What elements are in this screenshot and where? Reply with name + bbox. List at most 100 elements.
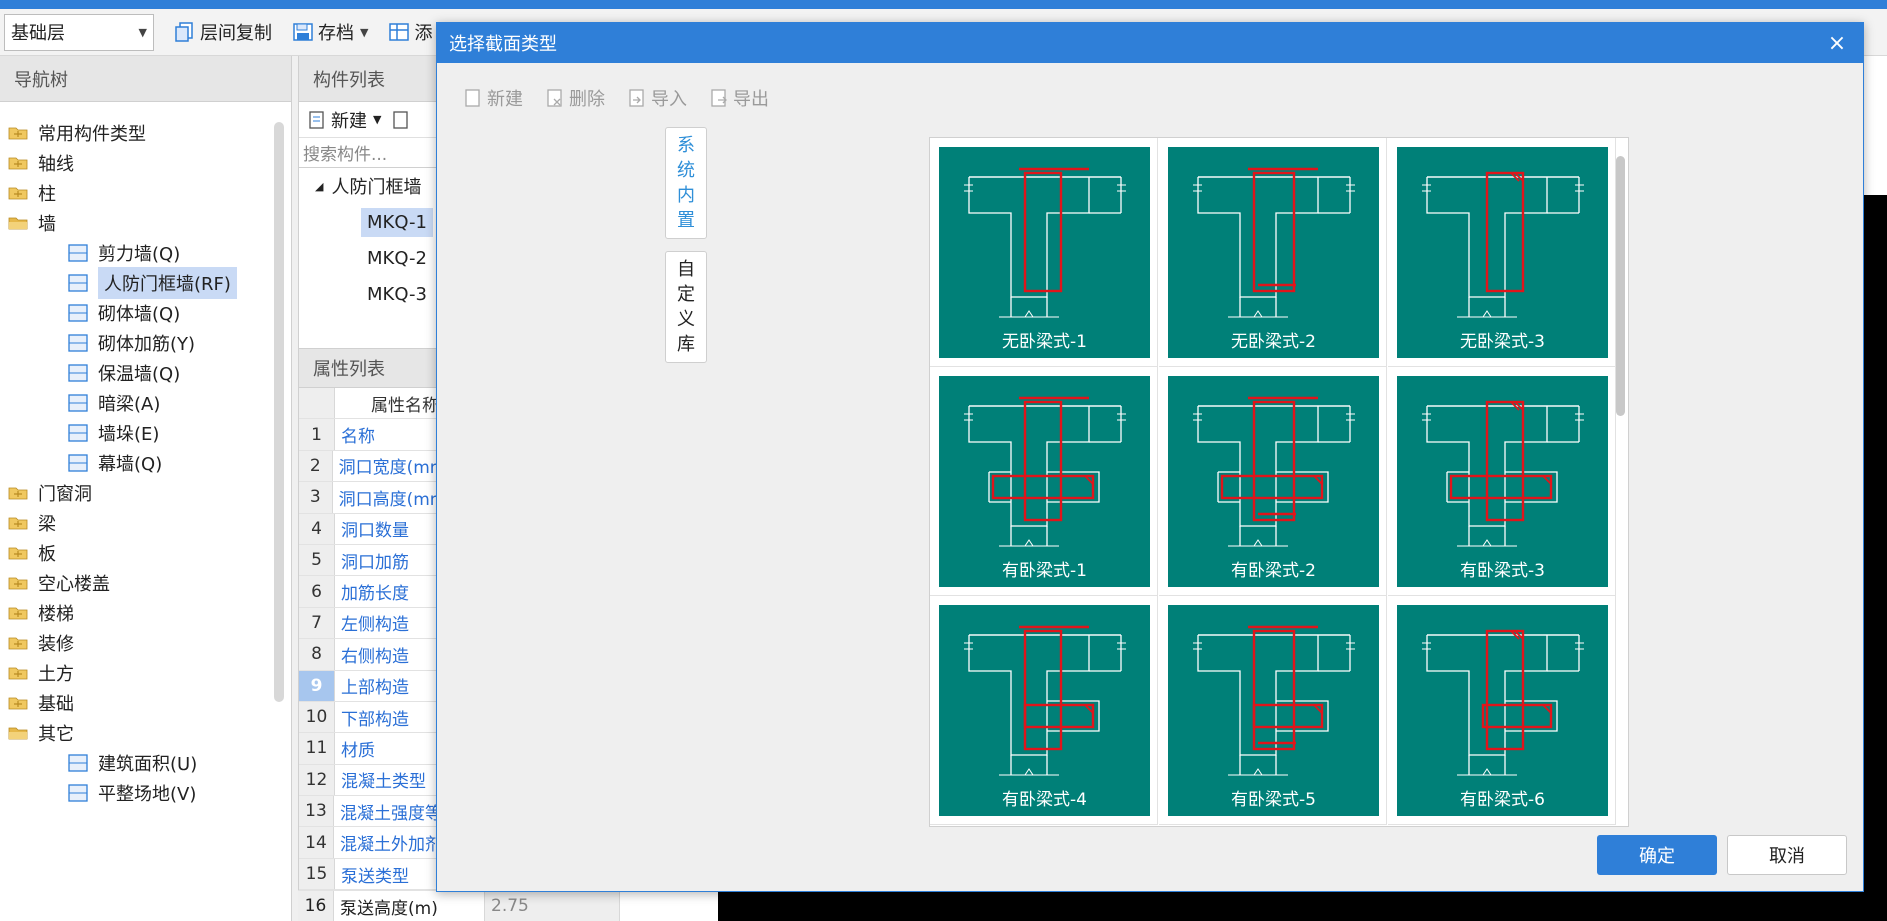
- property-row[interactable]: 4 洞口数量: [299, 513, 439, 545]
- door-frame-wall-icon: [66, 272, 90, 294]
- dialog-delete-button[interactable]: 删除: [545, 85, 605, 111]
- property-row[interactable]: 5 洞口加筋: [299, 544, 439, 577]
- chevron-down-icon[interactable]: ▼: [373, 113, 381, 126]
- grid-scrollbar[interactable]: [1616, 156, 1625, 416]
- nav-item[interactable]: 楼梯: [0, 598, 74, 628]
- ok-button[interactable]: 确定: [1597, 835, 1717, 875]
- nav-item[interactable]: 柱: [0, 178, 56, 208]
- site-leveling-icon: [66, 782, 90, 804]
- component-search-input[interactable]: 搜索构件...: [299, 138, 438, 168]
- tab-system-builtin[interactable]: 系 统 内 置: [665, 127, 707, 239]
- property-row[interactable]: 9 上部构造: [299, 670, 439, 702]
- nav-item[interactable]: 剪力墙(Q): [0, 238, 180, 268]
- nav-item-label: 墙垛(E): [98, 424, 160, 445]
- section-tile[interactable]: 有卧梁式-3: [1397, 376, 1608, 587]
- property-row-name: 洞口宽度(mm: [338, 458, 439, 479]
- property-row[interactable]: 12 混凝土类型: [299, 764, 439, 797]
- nav-item[interactable]: 装修: [0, 628, 74, 658]
- section-cell: 有卧梁式-4: [930, 596, 1158, 825]
- nav-item[interactable]: 砌体加筋(Y): [0, 328, 195, 358]
- close-icon[interactable]: ×: [1823, 31, 1851, 56]
- property-row-value[interactable]: 2.75: [484, 891, 620, 921]
- new-component-button[interactable]: 新建: [331, 107, 367, 133]
- property-row-name: 混凝土强度等: [339, 803, 439, 824]
- property-row-name: 泵送类型: [341, 866, 409, 887]
- property-row[interactable]: 1 名称: [299, 419, 439, 451]
- nav-item[interactable]: 幕墙(Q): [0, 448, 162, 478]
- property-row[interactable]: 6 加筋长度: [299, 576, 439, 608]
- section-tile[interactable]: 无卧梁式-1: [939, 147, 1150, 358]
- folder-icon: [8, 485, 28, 501]
- section-tile[interactable]: 有卧梁式-2: [1168, 376, 1379, 587]
- property-row[interactable]: 3 洞口高度(mm: [299, 482, 439, 514]
- copy-doc-icon[interactable]: [391, 110, 411, 130]
- section-tile[interactable]: 有卧梁式-4: [939, 605, 1150, 816]
- nav-item[interactable]: 墙垛(E): [0, 418, 159, 448]
- property-row[interactable]: 7 左侧构造: [299, 607, 439, 640]
- nav-item[interactable]: 梁: [0, 508, 56, 538]
- nav-item[interactable]: 保温墙(Q): [0, 358, 180, 388]
- section-tile[interactable]: 无卧梁式-2: [1168, 147, 1379, 358]
- nav-item[interactable]: 门窗洞: [0, 478, 92, 508]
- layer-select[interactable]: 基础层 ▼: [4, 13, 154, 51]
- property-row[interactable]: 14 混凝土外加剂: [299, 827, 439, 859]
- property-row[interactable]: 11 材质: [299, 733, 439, 765]
- property-row-index: 8: [299, 639, 335, 670]
- section-tile[interactable]: 有卧梁式-6: [1397, 605, 1608, 816]
- nav-item-label: 平整场地(V): [98, 784, 197, 805]
- section-tile-label: 有卧梁式-1: [1002, 561, 1087, 581]
- dialog-import-button[interactable]: 导入: [627, 85, 687, 111]
- nav-item[interactable]: 板: [0, 538, 56, 568]
- property-row[interactable]: 8 右侧构造: [299, 639, 439, 671]
- nav-scrollbar[interactable]: [274, 122, 284, 702]
- nav-header: 导航树: [0, 56, 291, 102]
- section-tile[interactable]: 有卧梁式-1: [939, 376, 1150, 587]
- property-row[interactable]: 15 泵送类型: [299, 858, 439, 891]
- collapse-triangle-icon[interactable]: ◢: [315, 180, 323, 193]
- nav-item[interactable]: 墙: [0, 208, 56, 238]
- nav-item[interactable]: 轴线: [0, 148, 74, 178]
- property-row[interactable]: 10 下部构造: [299, 701, 439, 734]
- component-item-mkq-3[interactable]: MKQ-3: [299, 276, 438, 312]
- nav-item[interactable]: 人防门框墙(RF): [0, 267, 237, 299]
- nav-item[interactable]: 暗梁(A): [0, 388, 160, 418]
- archive-button[interactable]: 存档 ▼: [292, 19, 368, 45]
- property-list-header: 属性列表: [299, 348, 439, 388]
- component-item-label: MKQ-2: [367, 247, 427, 269]
- floor-copy-button[interactable]: 层间复制: [174, 19, 272, 45]
- property-row-index: 9: [299, 670, 335, 701]
- dialog-new-button[interactable]: 新建: [463, 85, 523, 111]
- shear-wall-icon: [66, 242, 90, 264]
- cancel-button[interactable]: 取消: [1727, 835, 1847, 875]
- index-head: [299, 388, 335, 419]
- nav-item[interactable]: 常用构件类型: [0, 118, 146, 148]
- component-group[interactable]: ◢ 人防门框墙: [299, 168, 438, 204]
- dialog-export-button[interactable]: 导出: [709, 85, 769, 111]
- tab-custom-library[interactable]: 自 定 义 库: [665, 251, 707, 363]
- nav-item[interactable]: 空心楼盖: [0, 568, 110, 598]
- property-row-index: 16: [298, 891, 334, 921]
- property-row-16[interactable]: 16 泵送高度(m) 2.75: [298, 890, 718, 921]
- nav-item-label: 墙: [38, 214, 56, 235]
- dialog-new-label: 新建: [487, 89, 523, 110]
- section-tile[interactable]: 无卧梁式-3: [1397, 147, 1608, 358]
- nav-item[interactable]: 砌体墙(Q): [0, 298, 180, 328]
- nav-item[interactable]: 基础: [0, 688, 74, 718]
- add-button[interactable]: 添: [388, 19, 432, 45]
- section-tile[interactable]: 有卧梁式-5: [1168, 605, 1379, 816]
- section-tile-label: 有卧梁式-3: [1460, 561, 1545, 581]
- nav-item[interactable]: 建筑面积(U): [0, 748, 197, 778]
- floor-copy-label: 层间复制: [200, 23, 272, 44]
- component-item-label: MKQ-3: [367, 283, 427, 305]
- nav-item[interactable]: 其它: [0, 718, 74, 748]
- folder-icon: [8, 155, 28, 171]
- nav-item[interactable]: 平整场地(V): [0, 778, 196, 808]
- component-item-mkq-1[interactable]: MKQ-1: [299, 204, 438, 240]
- component-item-mkq-2[interactable]: MKQ-2: [299, 240, 438, 276]
- import-icon: [629, 89, 644, 107]
- property-row[interactable]: 13 混凝土强度等: [299, 796, 439, 828]
- chevron-down-icon[interactable]: ▼: [360, 26, 368, 39]
- add-table-icon: [389, 23, 410, 41]
- property-row[interactable]: 2 洞口宽度(mm: [299, 450, 439, 483]
- nav-item[interactable]: 土方: [0, 658, 74, 688]
